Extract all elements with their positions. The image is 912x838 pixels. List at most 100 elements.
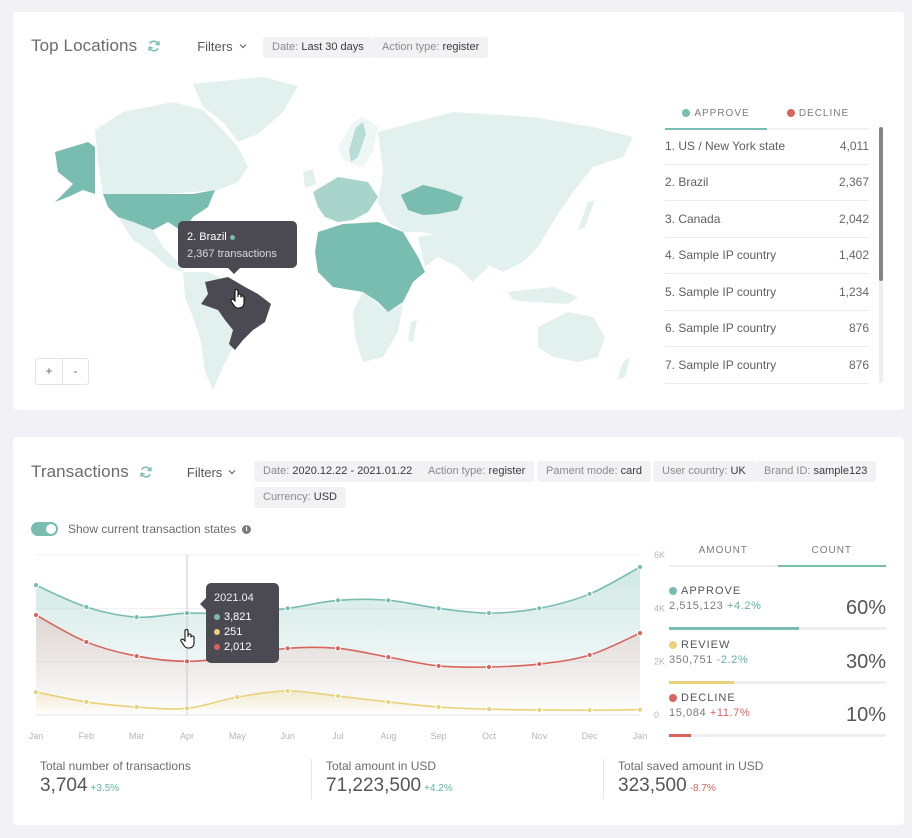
data-point-decline — [636, 630, 644, 637]
progress-bar-fill — [669, 734, 691, 737]
data-point-review — [385, 698, 392, 706]
transactions-line-chart[interactable]: 0 2K 4K 6K Jan Feb Mar Apr May Jun Jul Aug Sep Oct Nov… — [28, 547, 668, 747]
data-point-decline — [536, 660, 543, 668]
filters-label: Filters — [186, 464, 223, 480]
x-tick-label: Jan — [29, 731, 44, 741]
show-states-toggle[interactable] — [31, 522, 58, 536]
data-point-decline — [183, 658, 191, 665]
decline-dot-icon — [786, 109, 795, 117]
world-map[interactable] — [33, 72, 663, 392]
show-states-toggle-row: Show current transaction states i — [31, 522, 252, 536]
x-tick-label: Mar — [129, 731, 145, 741]
map-region-alaska[interactable] — [55, 142, 95, 202]
map-region-scandinavia[interactable] — [338, 117, 378, 167]
data-point-review — [284, 687, 291, 695]
data-point-approve — [435, 605, 442, 612]
tab-approve[interactable]: APPROVE — [665, 108, 767, 130]
tooltip-review-row: 251 — [214, 625, 271, 640]
state-decline: DECLINE 15,084 +11.7% 10% — [669, 692, 886, 742]
data-point-review — [334, 692, 342, 700]
tooltip-title: 2. Brazil — [187, 231, 227, 243]
zoom-out-button[interactable]: - — [62, 359, 88, 384]
tab-decline[interactable]: DECLINE — [767, 108, 869, 128]
data-point-review — [133, 703, 140, 711]
top-locations-header: Top Locations Filters — [31, 36, 247, 56]
map-region-madagascar[interactable] — [408, 320, 417, 342]
data-point-decline — [485, 663, 493, 671]
state-approve: APPROVE 2,515,123 +4.2% 60% — [669, 585, 886, 635]
filter-chip-brand-id[interactable]: Brand ID: sample123 — [755, 461, 877, 482]
hand-cursor-icon — [230, 289, 245, 309]
card-title: Top Locations — [31, 36, 138, 55]
list-item[interactable]: 4. Sample IP country 1,402 — [665, 238, 869, 274]
transactions-header: Transactions Filters — [31, 462, 236, 482]
filter-chip-action-type[interactable]: Action type: register — [373, 37, 489, 58]
filter-chip-user-country[interactable]: User country: UK — [653, 461, 755, 482]
y-tick-label: 4K — [654, 603, 665, 613]
map-region-europe[interactable] — [313, 177, 378, 222]
filters-dropdown[interactable]: Filters — [197, 38, 247, 54]
tab-count[interactable]: COUNT — [777, 545, 887, 567]
toggle-label: Show current transaction states — [68, 522, 237, 536]
card-title: Transactions — [31, 462, 129, 481]
data-point-decline — [83, 638, 90, 646]
divider — [603, 759, 604, 799]
map-region-uk[interactable] — [303, 169, 316, 188]
data-point-decline — [385, 654, 392, 661]
chevron-down-icon — [228, 470, 236, 475]
data-point-approve — [133, 614, 140, 621]
list-item[interactable]: 1. US / New York state 4,011 — [665, 128, 869, 165]
data-point-decline — [435, 662, 442, 670]
x-tick-label: Apr — [180, 731, 194, 741]
map-region-new-zealand[interactable] — [617, 357, 630, 380]
refresh-icon[interactable] — [139, 465, 153, 479]
list-item[interactable]: 2. Brazil 2,367 — [665, 165, 869, 201]
approve-dot-icon — [682, 109, 691, 117]
decline-dot-icon — [669, 694, 677, 702]
data-point-approve — [284, 605, 291, 612]
top-locations-card: Top Locations Filters Date: Last 30 days… — [13, 12, 904, 410]
y-tick-label: 0 — [654, 710, 659, 720]
progress-bar — [669, 681, 886, 684]
chevron-down-icon — [239, 44, 247, 49]
data-point-approve — [183, 610, 191, 617]
progress-bar-fill — [669, 681, 735, 684]
filter-chip-currency[interactable]: Currency: USD — [254, 487, 346, 508]
map-region-australia[interactable] — [538, 312, 605, 362]
scrollbar-thumb[interactable] — [879, 127, 883, 281]
filter-chip-action-type[interactable]: Action type: register — [419, 461, 535, 482]
review-dot-icon — [669, 641, 677, 649]
review-dot-icon — [214, 629, 220, 636]
data-point-review — [586, 707, 593, 714]
filters-label: Filters — [197, 38, 233, 54]
list-item[interactable]: 7. Sample IP country 876 — [665, 347, 869, 384]
divider — [311, 759, 312, 799]
list-item[interactable]: 3. Canada 2,042 — [665, 201, 869, 238]
data-point-review — [83, 698, 90, 706]
location-list-scrollbar[interactable] — [879, 127, 883, 383]
data-point-approve — [586, 590, 593, 598]
map-region-japan[interactable] — [578, 200, 595, 230]
data-point-review — [183, 705, 191, 712]
map-zoom-controls: + - — [35, 358, 89, 385]
list-item[interactable]: 5. Sample IP country 1,234 — [665, 274, 869, 311]
y-tick-label: 2K — [654, 657, 665, 667]
filter-chip-payment-mode[interactable]: Pament mode: card — [537, 461, 652, 482]
list-item[interactable]: 6. Sample IP country 876 — [665, 311, 869, 347]
data-point-decline — [284, 645, 291, 652]
x-tick-label: Nov — [531, 731, 548, 741]
progress-bar — [669, 734, 886, 737]
x-tick-label: Oct — [482, 731, 497, 741]
filters-dropdown[interactable]: Filters — [187, 465, 236, 480]
info-icon[interactable]: i — [242, 524, 252, 534]
filter-chip-date[interactable]: Date: Last 30 days — [263, 37, 373, 58]
data-point-decline — [334, 645, 342, 652]
refresh-icon[interactable] — [147, 39, 161, 53]
x-tick-label: Feb — [79, 731, 95, 741]
zoom-in-button[interactable]: + — [36, 359, 62, 384]
map-region-indonesia[interactable] — [508, 287, 578, 304]
tab-amount[interactable]: AMOUNT — [669, 545, 778, 565]
data-point-review — [435, 703, 442, 711]
filter-chip-date[interactable]: Date: 2020.12.22 - 2021.01.22 — [254, 461, 422, 482]
data-point-decline — [586, 651, 593, 659]
